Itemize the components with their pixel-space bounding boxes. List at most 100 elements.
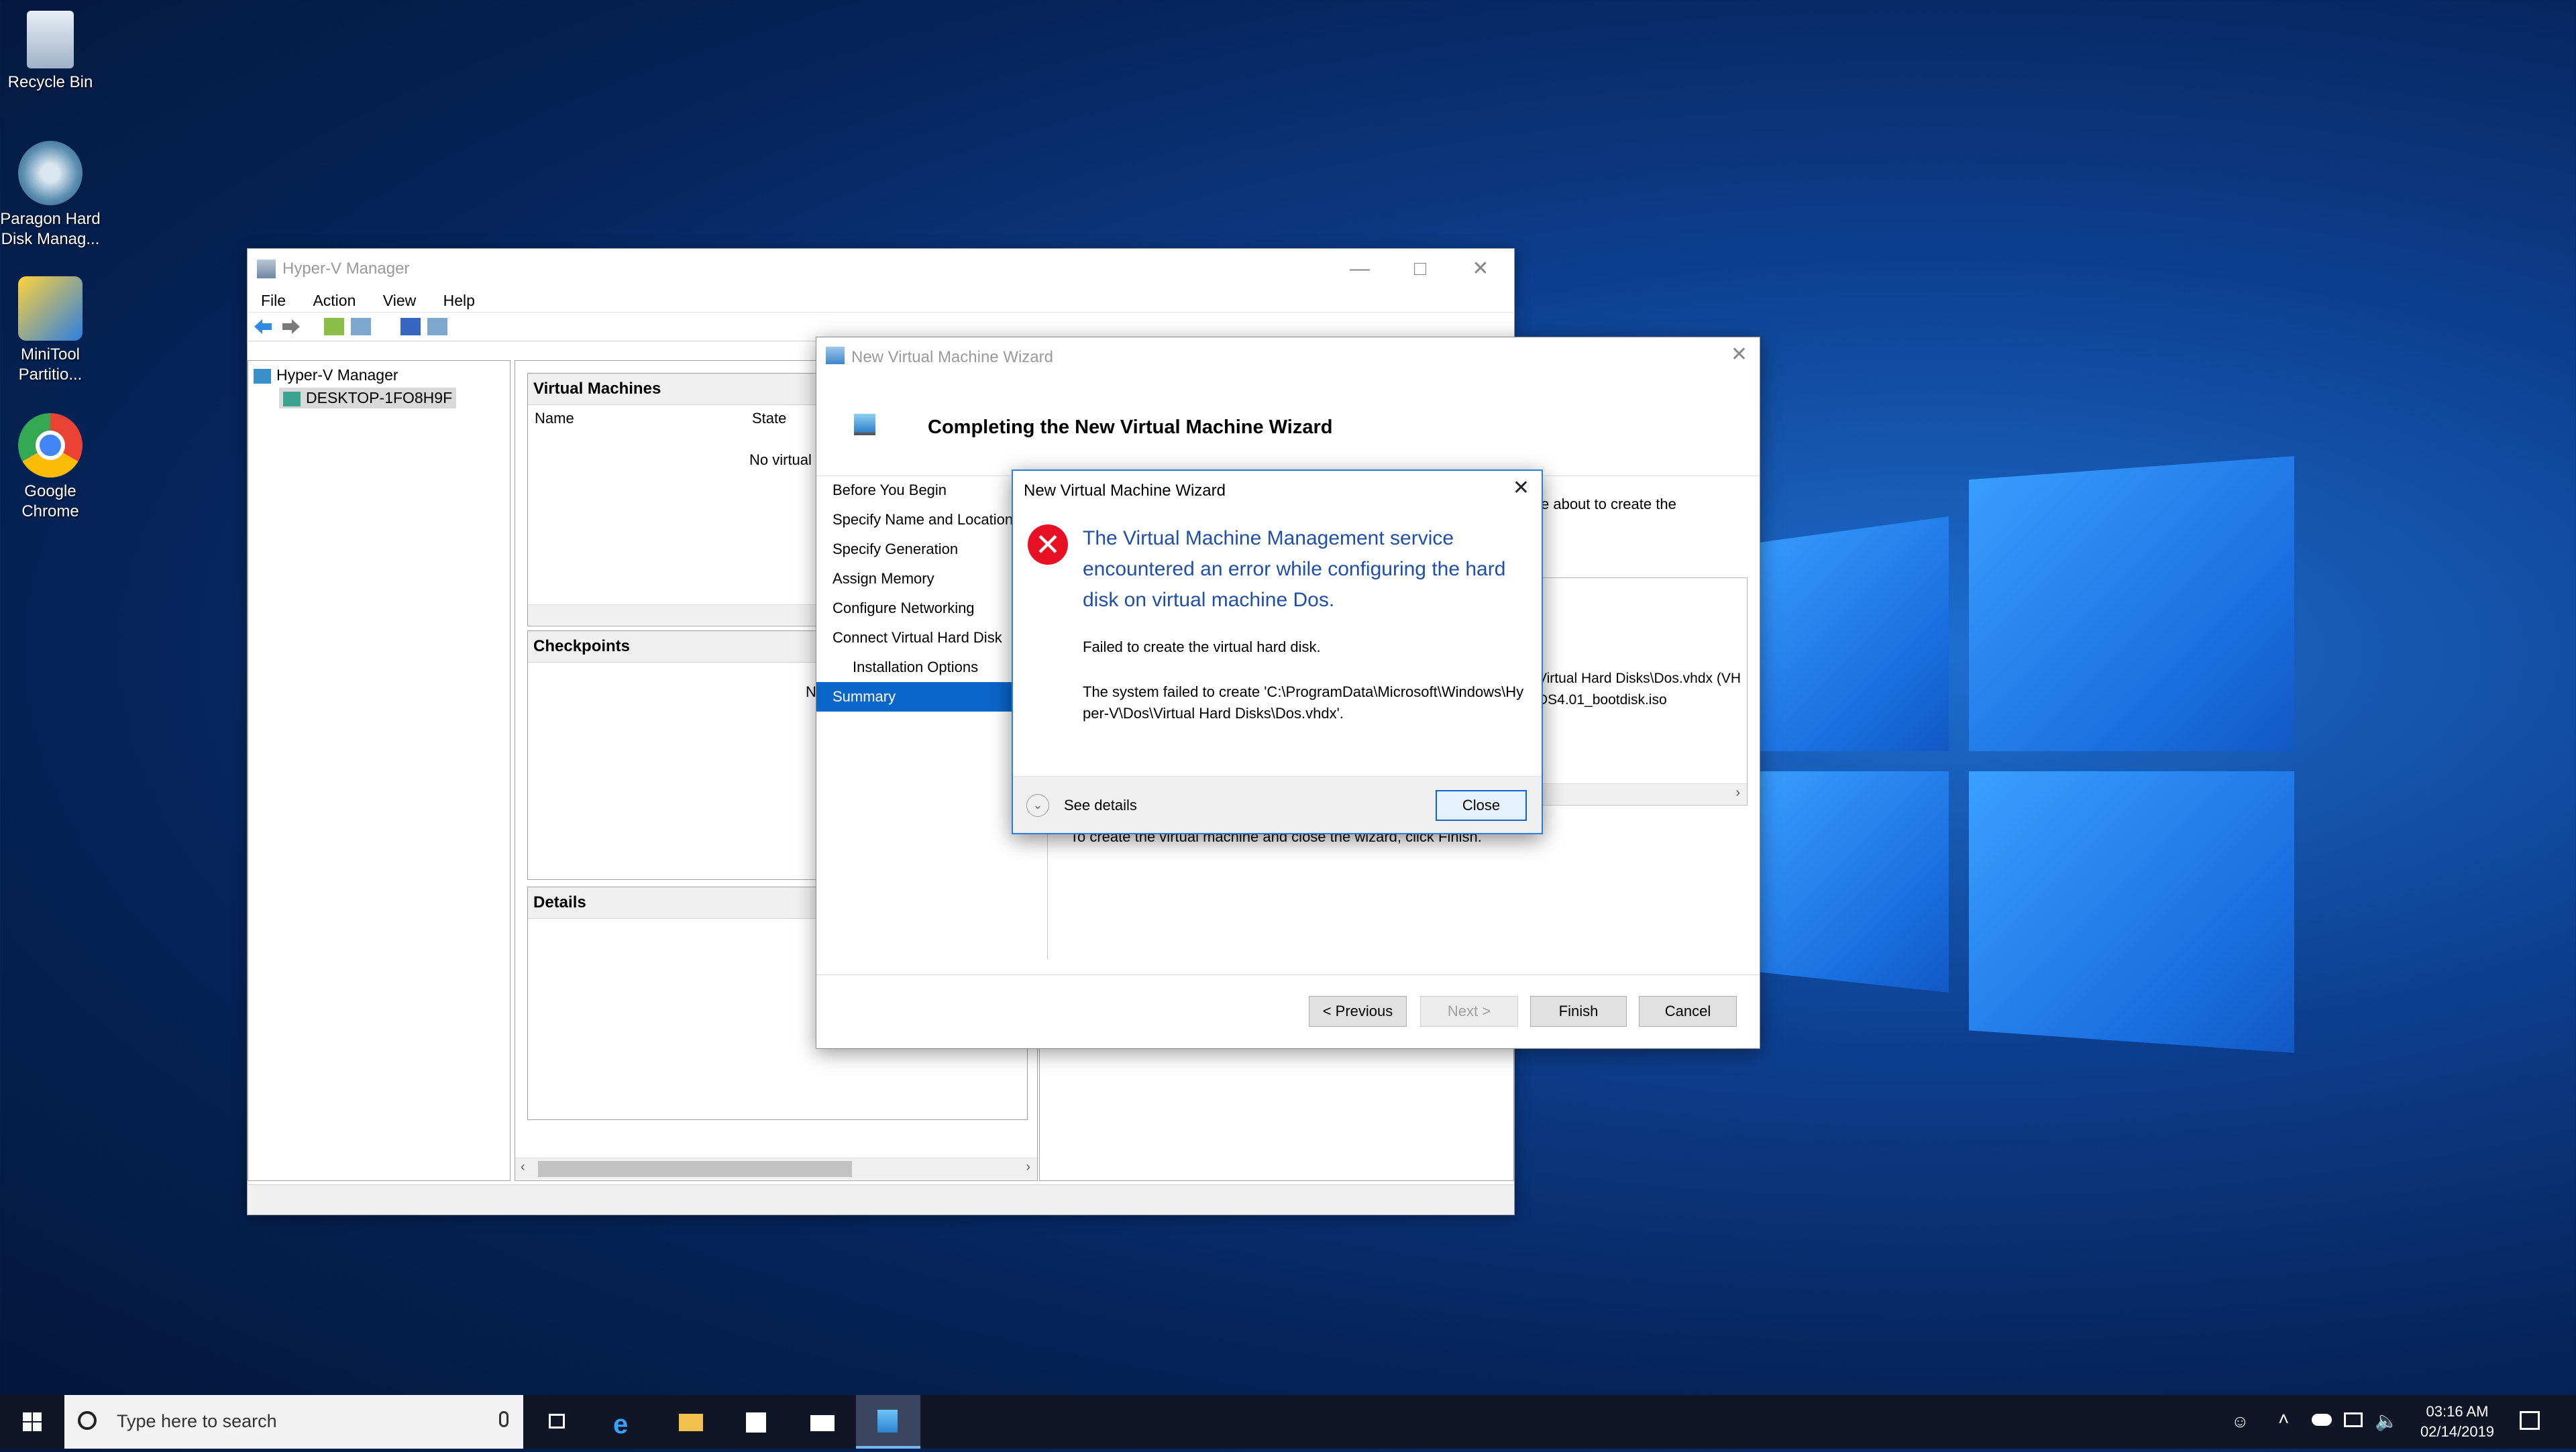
wizard-heading: Completing the New Virtual Machine Wizar…	[928, 416, 1333, 438]
scroll-right-icon[interactable]: ›	[1026, 1160, 1030, 1175]
summary-line-vhd: Virtual Hard Disks\Dos.vhdx (VH	[1538, 671, 1741, 686]
windows-start-icon	[23, 1412, 42, 1431]
menu-bar: File Action View Help	[248, 289, 1514, 312]
properties-icon[interactable]	[427, 318, 447, 335]
desktop-icon-label-2: Partitio...	[18, 366, 83, 384]
show-hidden-icons-chevron-icon[interactable]: ˄	[2278, 1408, 2289, 1430]
store-icon[interactable]	[724, 1395, 789, 1449]
mail-icon[interactable]	[790, 1395, 855, 1449]
step-generation[interactable]: Specify Generation	[816, 535, 1044, 564]
tree-host-label: DESKTOP-1FO8H9F	[306, 389, 453, 406]
error-dialog-close-icon[interactable]: ✕	[1513, 476, 1529, 500]
wizard-close-icon[interactable]: ✕	[1731, 343, 1748, 366]
minitool-icon	[18, 276, 83, 341]
desktop-icon-label: Google	[24, 482, 76, 500]
column-state[interactable]: State	[752, 410, 786, 427]
recycle-bin-icon	[27, 11, 74, 68]
tree-host-item[interactable]: DESKTOP-1FO8H9F	[279, 388, 457, 408]
error-detail-2: The system failed to create 'C:\ProgramD…	[1083, 683, 1524, 722]
error-close-button[interactable]: Close	[1436, 790, 1527, 821]
step-memory[interactable]: Assign Memory	[816, 564, 1044, 594]
menu-view[interactable]: View	[383, 292, 416, 310]
clock[interactable]: 03:16 AM 02/14/2019	[2407, 1402, 2508, 1442]
desktop-icon-label: MiniTool	[20, 345, 80, 364]
volume-icon[interactable]: 🔈	[2375, 1410, 2398, 1432]
monitor-icon	[854, 414, 875, 435]
windows-logo-wallpaper	[1744, 456, 2294, 1060]
show-hide-tree-icon[interactable]	[351, 318, 371, 335]
file-explorer-icon[interactable]	[659, 1395, 723, 1449]
step-name-location[interactable]: Specify Name and Location	[816, 505, 1044, 535]
next-button[interactable]: Next >	[1420, 996, 1518, 1027]
desktop-icon-label-2: Disk Manag...	[1, 230, 100, 248]
desktop-icon-label-2: Chrome	[21, 502, 79, 520]
desktop-icon-minitool[interactable]: MiniTool Partitio...	[0, 276, 101, 385]
error-dialog-footer: ⌄ See details Close	[1013, 776, 1542, 833]
previous-button[interactable]: < Previous	[1309, 996, 1407, 1027]
chrome-icon	[18, 413, 83, 478]
step-before-you-begin[interactable]: Before You Begin	[816, 476, 1044, 505]
empty-message: N	[806, 683, 816, 700]
onedrive-icon[interactable]	[2312, 1414, 2332, 1426]
navigation-tree: Hyper-V Manager DESKTOP-1FO8H9F	[248, 360, 511, 1181]
scroll-right-icon[interactable]: ›	[1735, 785, 1740, 801]
clock-time: 03:16 AM	[2426, 1403, 2489, 1420]
wizard-title-bar[interactable]: New Virtual Machine Wizard ✕	[816, 337, 1760, 375]
window-title: Hyper-V Manager	[282, 260, 410, 278]
start-button[interactable]	[0, 1395, 64, 1449]
hyperv-taskbar-icon[interactable]	[856, 1395, 920, 1449]
microphone-icon[interactable]	[499, 1411, 508, 1427]
error-dialog-title: New Virtual Machine Wizard	[1024, 482, 1226, 500]
step-summary[interactable]: Summary	[816, 682, 1044, 712]
close-button[interactable]: ✕	[1460, 256, 1501, 282]
back-arrow-icon[interactable]	[253, 318, 273, 335]
finish-button[interactable]: Finish	[1530, 996, 1627, 1027]
taskbar: Type here to search e ☺ ˄ 🔈 03:16 AM 02/…	[0, 1395, 2576, 1449]
forward-arrow-icon[interactable]	[281, 318, 301, 335]
wizard-app-icon	[826, 347, 845, 364]
minimize-button[interactable]: —	[1340, 256, 1380, 282]
tree-root[interactable]: Hyper-V Manager	[254, 366, 398, 384]
network-icon[interactable]	[2344, 1412, 2363, 1427]
empty-message: No virtual r	[749, 451, 821, 468]
desktop-icon-paragon[interactable]: Paragon Hard Disk Manag...	[0, 141, 101, 249]
up-folder-icon[interactable]	[324, 318, 344, 335]
status-bar	[248, 1184, 1514, 1215]
error-icon: ✕	[1028, 524, 1068, 565]
error-dialog-title-bar[interactable]: New Virtual Machine Wizard ✕	[1013, 471, 1542, 507]
wizard-steps: Before You Begin Specify Name and Locati…	[816, 476, 1044, 712]
step-networking[interactable]: Configure Networking	[816, 594, 1044, 623]
tree-root-label: Hyper-V Manager	[276, 366, 398, 384]
column-name[interactable]: Name	[535, 410, 574, 427]
help-icon[interactable]	[400, 318, 421, 335]
paragon-disk-icon	[18, 141, 83, 205]
wizard-title: New Virtual Machine Wizard	[851, 348, 1053, 366]
task-view-icon[interactable]	[526, 1395, 590, 1449]
wizard-footer-divider	[816, 974, 1760, 975]
menu-file[interactable]: File	[261, 292, 286, 310]
edge-icon[interactable]: e	[593, 1395, 657, 1449]
step-virtual-hard-disk[interactable]: Connect Virtual Hard Disk	[816, 623, 1044, 653]
cancel-button[interactable]: Cancel	[1639, 996, 1737, 1027]
see-details-link[interactable]: See details	[1064, 797, 1137, 814]
center-horizontal-scrollbar[interactable]: ‹ ›	[515, 1158, 1037, 1180]
scrollbar-thumb[interactable]	[538, 1161, 852, 1177]
error-detail-1: Failed to create the virtual hard disk.	[1083, 638, 1321, 655]
error-main-message: The Virtual Machine Management service e…	[1083, 527, 1506, 611]
menu-action[interactable]: Action	[313, 292, 356, 310]
clock-date: 02/14/2019	[2420, 1423, 2495, 1440]
hyperv-app-icon	[257, 260, 276, 278]
expand-details-chevron-icon[interactable]: ⌄	[1026, 794, 1049, 817]
server-icon	[283, 391, 301, 406]
search-box[interactable]: Type here to search	[64, 1395, 523, 1449]
action-center-icon[interactable]	[2520, 1411, 2540, 1430]
step-installation-options[interactable]: Installation Options	[816, 653, 1044, 682]
desktop-icon-recycle-bin[interactable]: Recycle Bin	[0, 7, 101, 93]
people-icon[interactable]: ☺	[2231, 1411, 2249, 1432]
title-bar[interactable]: Hyper-V Manager — □ ✕	[248, 249, 1514, 289]
desktop-icon-chrome[interactable]: Google Chrome	[0, 413, 101, 522]
wizard-banner: Completing the New Virtual Machine Wizar…	[816, 375, 1760, 476]
menu-help[interactable]: Help	[443, 292, 475, 310]
maximize-button[interactable]: □	[1400, 256, 1440, 282]
scroll-left-icon[interactable]: ‹	[521, 1160, 525, 1175]
